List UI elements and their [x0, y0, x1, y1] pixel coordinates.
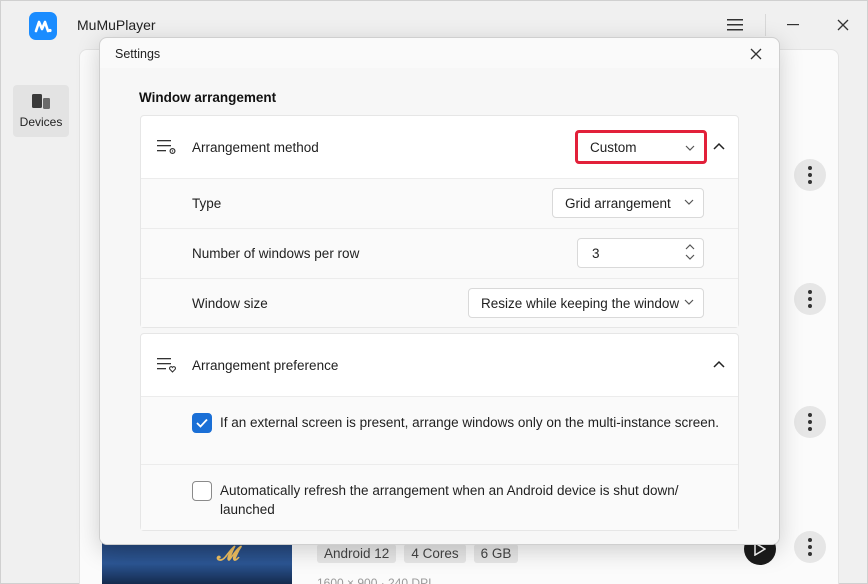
- close-window-button[interactable]: [823, 9, 863, 41]
- decrement-chevron-down-icon[interactable]: [685, 254, 695, 261]
- minimize-icon: [787, 24, 799, 26]
- list-heart-icon: [157, 358, 177, 373]
- windows-per-row-label: Number of windows per row: [192, 246, 360, 261]
- increment-chevron-up-icon[interactable]: [685, 243, 695, 250]
- windows-per-row-row: Number of windows per row 3: [141, 229, 738, 279]
- chevron-down-icon: [685, 145, 695, 151]
- type-select[interactable]: Grid arrangement: [552, 188, 704, 218]
- collapse-chevron-up-icon[interactable]: [712, 358, 726, 372]
- sidebar-item-label: Devices: [19, 115, 63, 129]
- section-title: Window arrangement: [139, 90, 277, 105]
- window-size-row: Window size Resize while keeping the win…: [141, 279, 738, 327]
- arrangement-preference-card: Arrangement preference If an external sc…: [140, 333, 739, 531]
- arrangement-method-value: Custom: [590, 139, 637, 155]
- arrangement-preference-label: Arrangement preference: [192, 358, 339, 373]
- type-row: Type Grid arrangement: [141, 179, 738, 229]
- type-label: Type: [192, 196, 222, 211]
- arrangement-method-label: Arrangement method: [192, 140, 319, 155]
- option-row: Automatically refresh the arrangement wh…: [141, 465, 738, 530]
- collapse-chevron-up-icon[interactable]: [712, 140, 726, 154]
- arrangement-method-card: Arrangement method Custom Type Grid arra…: [140, 115, 739, 328]
- dialog-title: Settings: [115, 47, 161, 61]
- app-logo-icon: [29, 12, 57, 40]
- more-options-button[interactable]: [794, 283, 826, 315]
- close-icon: [750, 48, 762, 60]
- settings-dialog: Settings Window arrangement Arrangement …: [99, 37, 780, 545]
- device-tag: 6 GB: [473, 544, 519, 563]
- sidebar-item-devices[interactable]: Devices: [13, 85, 69, 137]
- more-options-button[interactable]: [794, 531, 826, 563]
- list-settings-icon: [157, 140, 176, 155]
- app-window: MuMuPlayer Devices 𝓜 Android 12 4 Cores …: [0, 0, 868, 584]
- external-screen-checkbox[interactable]: [192, 413, 212, 433]
- device-tags: Android 12 4 Cores 6 GB: [317, 544, 519, 563]
- option-row: If an external screen is present, arrang…: [141, 397, 738, 465]
- checkmark-icon: [196, 418, 208, 428]
- more-options-button[interactable]: [794, 159, 826, 191]
- device-tag: 4 Cores: [404, 544, 466, 563]
- windows-per-row-stepper[interactable]: 3: [577, 238, 704, 268]
- device-tag: Android 12: [317, 544, 397, 563]
- window-size-label: Window size: [192, 296, 268, 311]
- window-size-select[interactable]: Resize while keeping the window: [468, 288, 704, 318]
- arrangement-method-row: Arrangement method Custom: [141, 116, 738, 179]
- more-icon: [808, 289, 812, 310]
- windows-per-row-value: 3: [592, 245, 600, 261]
- chevron-down-icon: [684, 299, 694, 305]
- devices-icon: [32, 94, 50, 109]
- arrangement-method-select[interactable]: Custom: [575, 130, 707, 164]
- hamburger-icon: [727, 19, 743, 31]
- more-icon: [808, 537, 812, 558]
- titlebar-divider: [765, 14, 766, 36]
- auto-refresh-option-text: Automatically refresh the arrangement wh…: [220, 483, 679, 517]
- more-icon: [808, 412, 812, 433]
- more-options-button[interactable]: [794, 406, 826, 438]
- device-logo-icon: 𝓜: [217, 543, 240, 565]
- auto-refresh-checkbox[interactable]: [192, 481, 212, 501]
- chevron-down-icon: [684, 199, 694, 205]
- dialog-close-button[interactable]: [744, 42, 768, 66]
- type-value: Grid arrangement: [565, 195, 671, 211]
- window-size-value: Resize while keeping the window: [481, 295, 680, 311]
- more-icon: [808, 165, 812, 186]
- arrangement-preference-row: Arrangement preference: [141, 334, 738, 397]
- device-resolution: 1600 × 900 · 240 DPI: [317, 576, 432, 584]
- minimize-button[interactable]: [773, 9, 813, 41]
- app-title: MuMuPlayer: [77, 17, 156, 33]
- close-icon: [837, 19, 849, 31]
- external-screen-option-text: If an external screen is present, arrang…: [220, 415, 720, 430]
